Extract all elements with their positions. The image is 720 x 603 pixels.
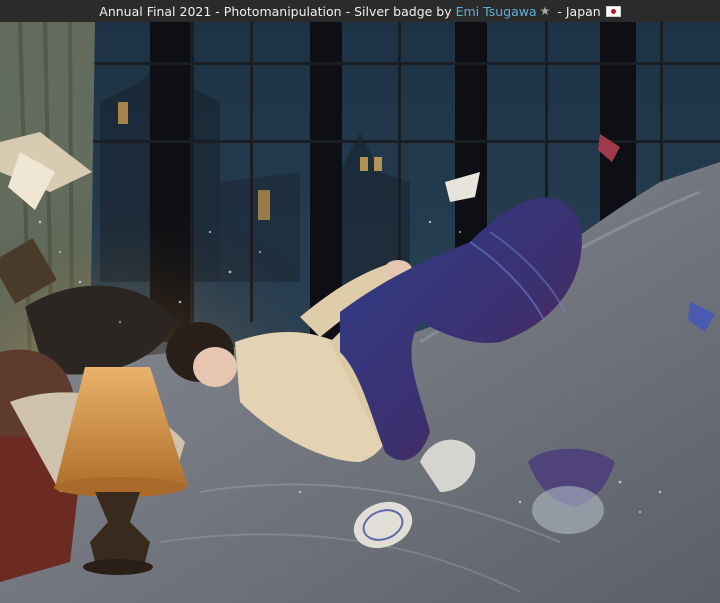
artwork-image — [0, 22, 720, 603]
japan-flag-icon — [605, 5, 621, 17]
category-label: Photomanipulation — [223, 3, 342, 19]
star-icon: ★ — [539, 4, 551, 18]
author-link[interactable]: Emi Tsugawa — [456, 4, 537, 19]
country-label: Japan — [565, 3, 601, 19]
image-caption-bar: Annual Final 2021 - Photomanipulation - … — [0, 0, 720, 22]
by-label: by — [432, 3, 456, 19]
award-label: Silver badge — [354, 3, 433, 19]
caption-separator: - — [211, 3, 224, 19]
caption-separator: - — [341, 3, 355, 19]
competition-title: Annual Final 2021 — [99, 3, 212, 19]
caption-separator: - — [553, 3, 566, 19]
